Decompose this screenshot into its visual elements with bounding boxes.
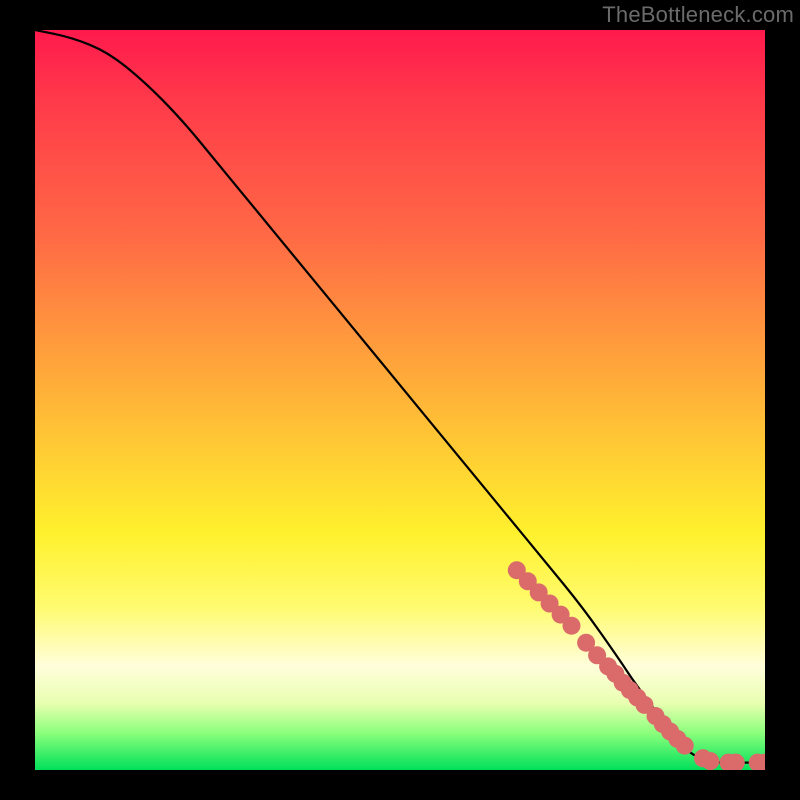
plot-area: [35, 30, 765, 770]
bottleneck-curve: [35, 30, 765, 763]
data-point: [676, 737, 694, 755]
chart-overlay: [35, 30, 765, 770]
data-point: [563, 617, 581, 635]
highlighted-points: [508, 561, 765, 770]
watermark-text: TheBottleneck.com: [602, 2, 794, 28]
data-point: [701, 752, 719, 770]
chart-frame: TheBottleneck.com: [0, 0, 800, 800]
